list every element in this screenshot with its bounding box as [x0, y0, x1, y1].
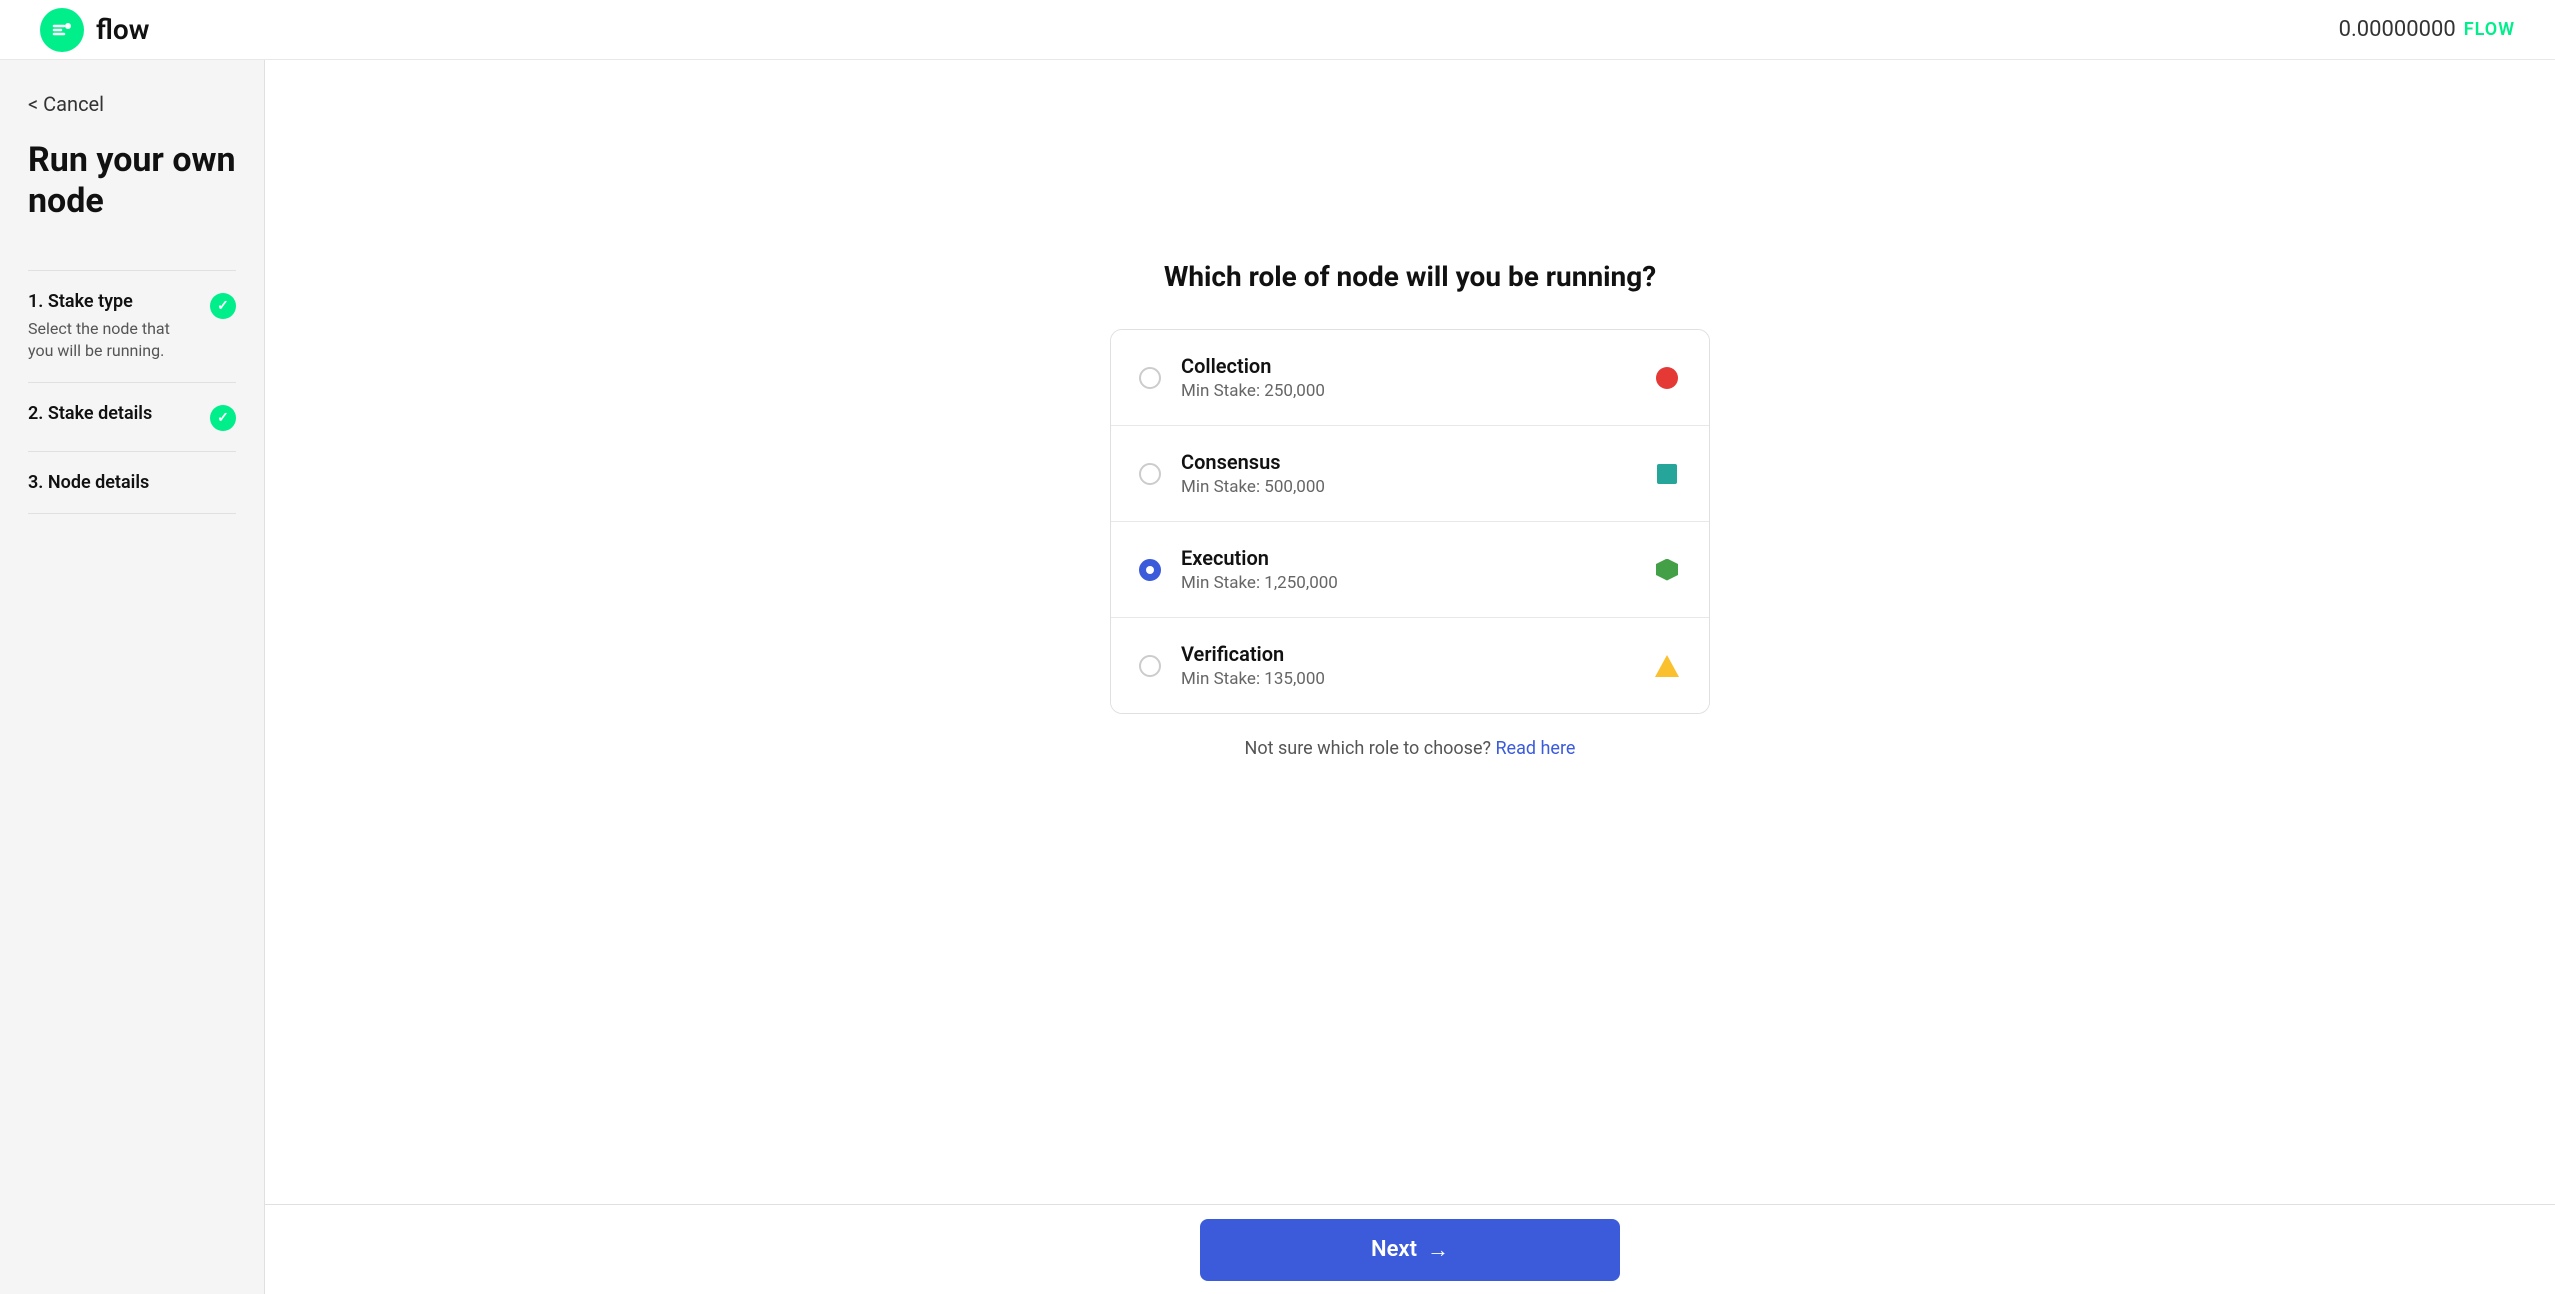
page-title: Run your own node	[28, 140, 236, 222]
next-button[interactable]: Next →	[1200, 1219, 1620, 1281]
radio-consensus[interactable]	[1139, 463, 1161, 485]
step-3-label: 3. Node details	[28, 472, 149, 493]
step-1-label: 1. Stake type	[28, 291, 210, 312]
node-shape-execution	[1653, 556, 1681, 584]
radio-verification[interactable]	[1139, 655, 1161, 677]
step-1-description: Select the node that you will be running…	[28, 318, 210, 363]
question-section: Which role of node will you be running? …	[1110, 260, 1710, 759]
logo-text: flow	[96, 13, 149, 46]
step-3-header: 3. Node details	[28, 472, 236, 493]
main-content: Which role of node will you be running? …	[265, 60, 2555, 1294]
node-stake-collection: Min Stake: 250,000	[1181, 381, 1653, 401]
execution-shape-icon	[1656, 559, 1678, 581]
step-2-label: 2. Stake details	[28, 403, 152, 424]
step-1-title-area: 1. Stake type Select the node that you w…	[28, 291, 210, 363]
steps-list: 1. Stake type Select the node that you w…	[28, 270, 236, 515]
radio-execution[interactable]	[1139, 559, 1161, 581]
cancel-link[interactable]: < Cancel	[28, 92, 236, 116]
node-info-verification: Verification Min Stake: 135,000	[1181, 642, 1653, 689]
node-name-verification: Verification	[1181, 642, 1653, 666]
step-1-check-icon	[210, 293, 236, 319]
node-info-execution: Execution Min Stake: 1,250,000	[1181, 546, 1653, 593]
step-3-title-area: 3. Node details	[28, 472, 149, 493]
consensus-shape-icon	[1657, 464, 1677, 484]
node-option-collection[interactable]: Collection Min Stake: 250,000	[1111, 330, 1709, 426]
step-1: 1. Stake type Select the node that you w…	[28, 270, 236, 384]
verification-shape-icon	[1655, 655, 1679, 677]
node-info-consensus: Consensus Min Stake: 500,000	[1181, 450, 1653, 497]
flow-logo-icon	[40, 8, 84, 52]
header: flow 0.00000000 FLOW	[0, 0, 2555, 60]
node-shape-verification	[1653, 652, 1681, 680]
balance-amount: 0.00000000	[2339, 17, 2456, 42]
radio-collection[interactable]	[1139, 367, 1161, 389]
next-button-label: Next	[1371, 1237, 1417, 1262]
logo-area: flow	[40, 8, 149, 52]
bottom-bar: Next →	[265, 1204, 2555, 1294]
balance-area: 0.00000000 FLOW	[2339, 17, 2515, 42]
node-stake-execution: Min Stake: 1,250,000	[1181, 573, 1653, 593]
node-option-verification[interactable]: Verification Min Stake: 135,000	[1111, 618, 1709, 713]
node-name-collection: Collection	[1181, 354, 1653, 378]
step-2-title-area: 2. Stake details	[28, 403, 152, 424]
node-option-consensus[interactable]: Consensus Min Stake: 500,000	[1111, 426, 1709, 522]
node-stake-consensus: Min Stake: 500,000	[1181, 477, 1653, 497]
node-stake-verification: Min Stake: 135,000	[1181, 669, 1653, 689]
step-2-header: 2. Stake details	[28, 403, 236, 431]
node-shape-collection	[1653, 364, 1681, 392]
hint-text: Not sure which role to choose? Read here	[1110, 738, 1710, 759]
step-2-check-icon	[210, 405, 236, 431]
node-shape-consensus	[1653, 460, 1681, 488]
node-info-collection: Collection Min Stake: 250,000	[1181, 354, 1653, 401]
main-layout: < Cancel Run your own node 1. Stake type…	[0, 60, 2555, 1294]
step-3: 3. Node details	[28, 452, 236, 514]
node-name-consensus: Consensus	[1181, 450, 1653, 474]
read-here-link[interactable]: Read here	[1495, 738, 1575, 759]
node-options: Collection Min Stake: 250,000 Consensus …	[1110, 329, 1710, 714]
step-1-header: 1. Stake type Select the node that you w…	[28, 291, 236, 363]
node-name-execution: Execution	[1181, 546, 1653, 570]
step-2: 2. Stake details	[28, 383, 236, 452]
collection-shape-icon	[1656, 367, 1678, 389]
balance-currency: FLOW	[2464, 19, 2515, 40]
node-option-execution[interactable]: Execution Min Stake: 1,250,000	[1111, 522, 1709, 618]
next-arrow-icon: →	[1427, 1237, 1449, 1263]
sidebar: < Cancel Run your own node 1. Stake type…	[0, 60, 265, 1294]
question-title: Which role of node will you be running?	[1110, 260, 1710, 293]
